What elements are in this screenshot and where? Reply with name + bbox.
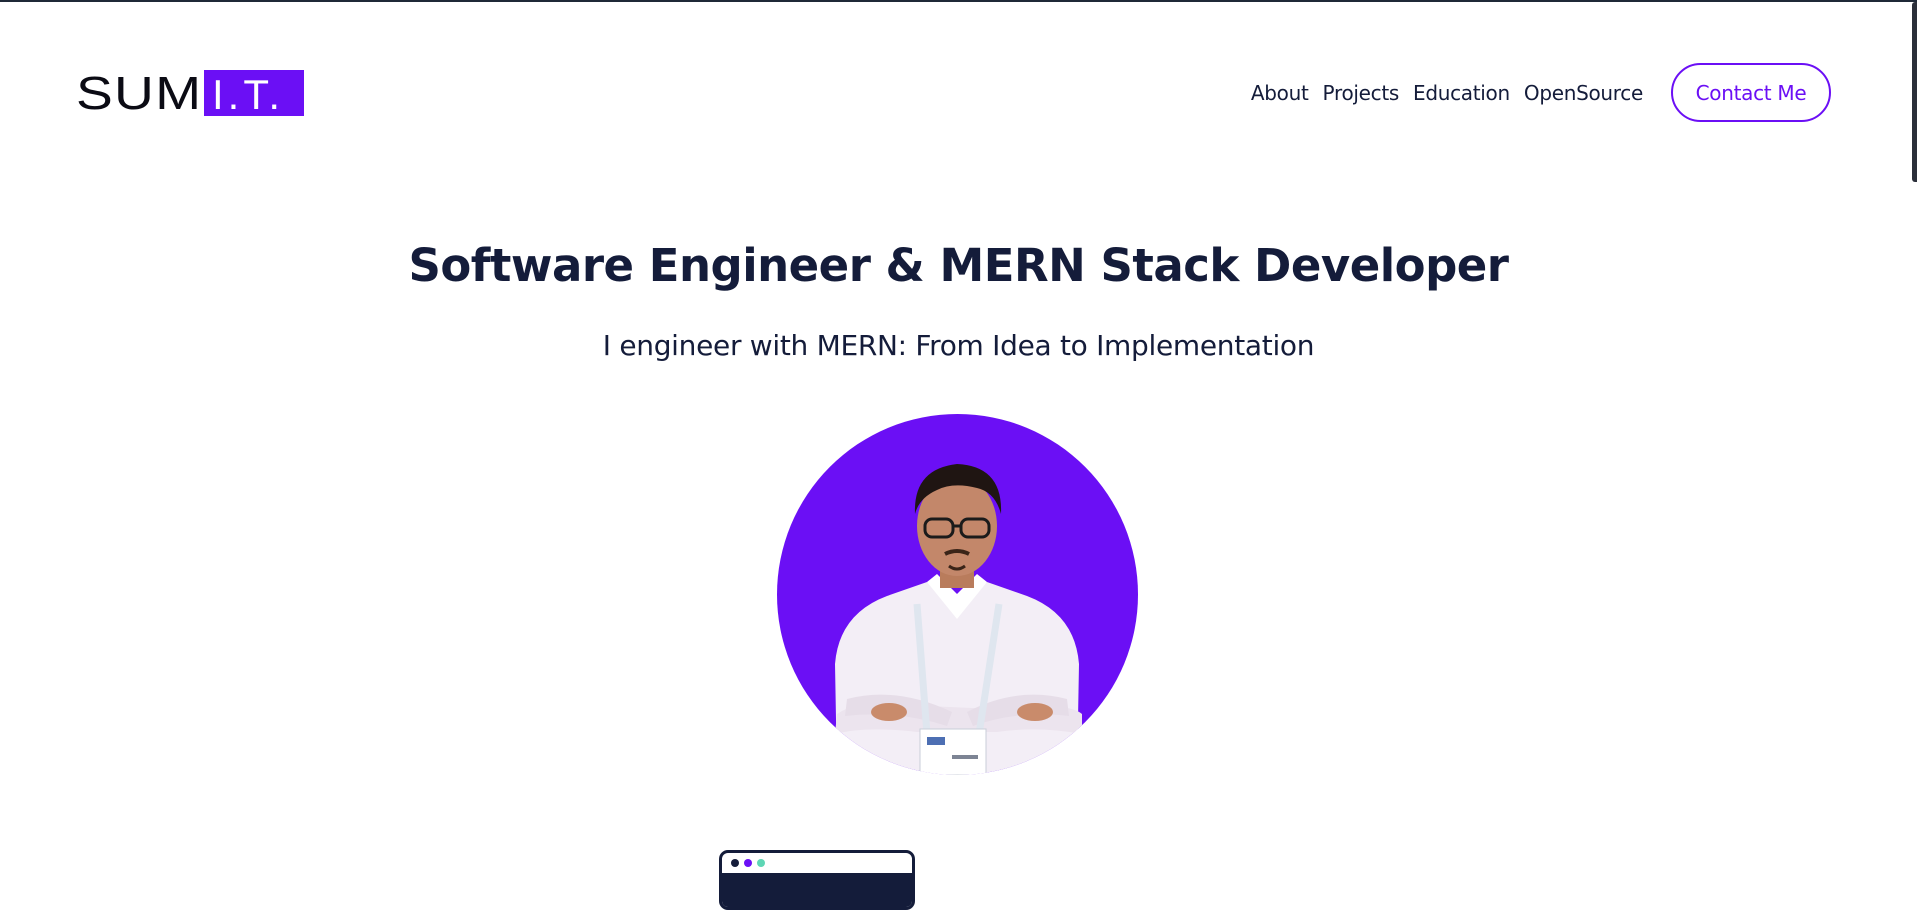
contact-me-button[interactable]: Contact Me bbox=[1671, 63, 1831, 122]
hero-title: Software Engineer & MERN Stack Developer bbox=[408, 239, 1509, 292]
browser-title-bar bbox=[722, 853, 912, 873]
logo-text: SUM bbox=[76, 67, 203, 119]
window-dot-dark-icon bbox=[731, 859, 739, 867]
profile-portrait-image bbox=[835, 464, 1082, 775]
nav-link-education[interactable]: Education bbox=[1413, 81, 1510, 105]
page-scrollbar-thumb[interactable] bbox=[1912, 2, 1917, 182]
browser-window-illustration bbox=[719, 850, 915, 910]
profile-avatar bbox=[777, 414, 1138, 775]
site-logo[interactable]: SUM I.T. bbox=[76, 70, 304, 116]
nav-link-about[interactable]: About bbox=[1251, 81, 1309, 105]
hero-subtitle: I engineer with MERN: From Idea to Imple… bbox=[602, 329, 1315, 362]
main-nav: About Projects Education OpenSource Cont… bbox=[1251, 63, 1831, 122]
browser-body bbox=[722, 873, 912, 907]
nav-link-opensource[interactable]: OpenSource bbox=[1524, 81, 1643, 105]
nav-link-projects[interactable]: Projects bbox=[1323, 81, 1400, 105]
window-dot-purple-icon bbox=[744, 859, 752, 867]
window-dot-teal-icon bbox=[757, 859, 765, 867]
